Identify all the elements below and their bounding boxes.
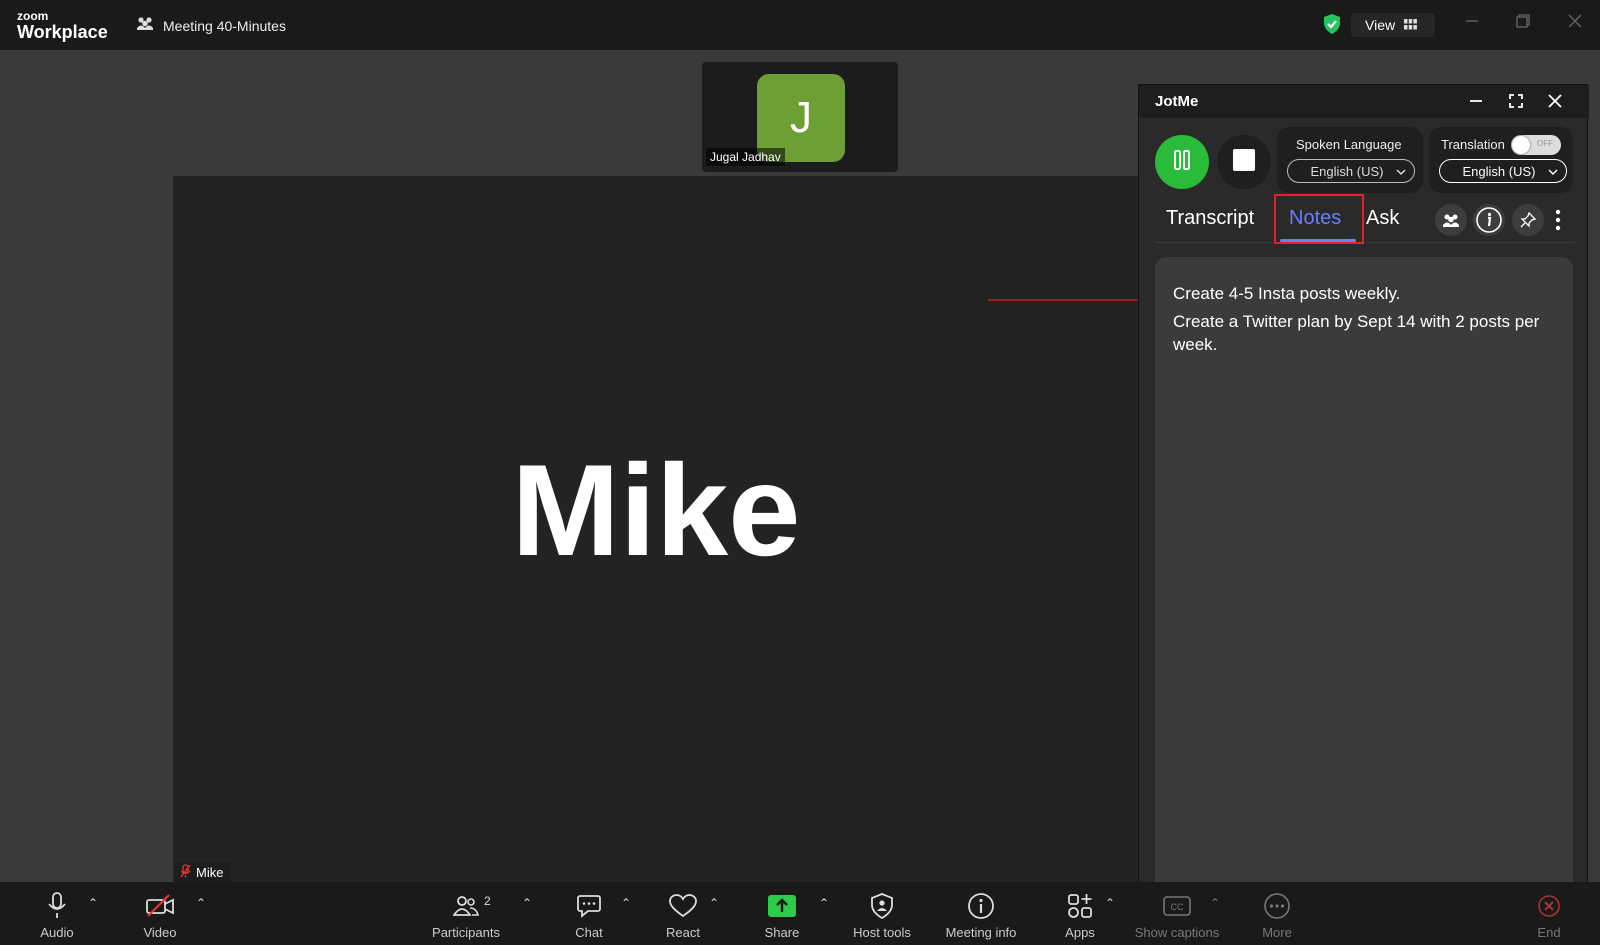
captions-options-chevron-icon[interactable]: ⌃: [1210, 896, 1220, 910]
participants-count: 2: [484, 894, 491, 908]
stop-recording-button[interactable]: [1217, 135, 1271, 189]
jotme-tabs: Transcript Notes Ask: [1155, 194, 1575, 244]
logo-bottom-text: Workplace: [17, 22, 108, 42]
heart-icon: [669, 892, 697, 920]
spoken-language-value: English (US): [1310, 163, 1384, 179]
translation-language-select[interactable]: English (US): [1439, 159, 1567, 183]
security-shield-icon[interactable]: [1322, 13, 1342, 40]
more-options-icon[interactable]: [1555, 208, 1561, 237]
more-dots-icon: [1263, 892, 1291, 920]
show-captions-label: Show captions: [1134, 925, 1220, 940]
minimize-panel-icon[interactable]: [1465, 90, 1487, 112]
react-label: React: [666, 925, 700, 940]
chat-options-chevron-icon[interactable]: ⌃: [621, 896, 631, 910]
restore-window-icon[interactable]: [1516, 12, 1530, 33]
chevron-down-icon: [1396, 164, 1406, 179]
spoken-language-select[interactable]: English (US): [1287, 159, 1415, 183]
participants-toolbar-icon: [453, 892, 479, 920]
meeting-info-label: Meeting info: [945, 925, 1017, 940]
translation-toggle[interactable]: OFF: [1511, 135, 1561, 155]
translation-label: Translation: [1441, 137, 1505, 152]
jotme-panel: JotMe Spoken Language English (US) Trans…: [1138, 84, 1589, 932]
spoken-language-box: Spoken Language English (US): [1277, 127, 1423, 193]
react-options-chevron-icon[interactable]: ⌃: [709, 896, 719, 910]
host-tools-button[interactable]: Host tools: [837, 892, 927, 940]
grid-icon: [1404, 17, 1417, 33]
video-button[interactable]: Video: [115, 892, 205, 940]
info-icon[interactable]: [1473, 204, 1505, 236]
jotme-header: JotMe: [1139, 85, 1589, 118]
microphone-icon: [47, 892, 67, 920]
translation-language-value: English (US): [1462, 163, 1536, 179]
end-x-icon: [1537, 892, 1561, 920]
title-bar: zoom Workplace Meeting 40-Minutes View: [0, 0, 1600, 50]
speaker-name-label: Mike: [175, 862, 232, 882]
meeting-info-button[interactable]: Meeting info: [936, 892, 1026, 940]
video-off-icon: [145, 892, 175, 920]
end-meeting-button[interactable]: End: [1519, 892, 1579, 940]
info-circle-icon: [967, 892, 995, 920]
host-shield-icon: [870, 892, 894, 920]
participants-label: Participants: [432, 925, 500, 940]
apps-icon: [1067, 892, 1093, 920]
video-options-chevron-icon[interactable]: ⌃: [196, 896, 206, 910]
view-label: View: [1365, 17, 1396, 33]
share-options-chevron-icon[interactable]: ⌃: [819, 896, 829, 910]
jotme-title: JotMe: [1155, 93, 1199, 110]
stop-icon: [1233, 148, 1255, 176]
svg-text:CC: CC: [1171, 902, 1184, 912]
share-screen-icon: [768, 892, 796, 920]
view-button[interactable]: View: [1351, 13, 1435, 37]
audio-label: Audio: [40, 925, 74, 940]
host-tools-label: Host tools: [853, 925, 911, 940]
pause-icon: [1173, 149, 1191, 175]
speaker-label-text: Mike: [196, 864, 224, 880]
group-icon[interactable]: [1435, 204, 1467, 236]
share-label: Share: [764, 925, 800, 940]
participants-icon: [136, 16, 154, 35]
share-button[interactable]: Share: [737, 892, 827, 940]
closed-captions-icon: CC: [1163, 892, 1191, 920]
tab-ask[interactable]: Ask: [1366, 207, 1399, 230]
expand-panel-icon[interactable]: [1505, 90, 1527, 112]
close-window-icon[interactable]: [1568, 12, 1582, 33]
chevron-down-icon: [1548, 164, 1558, 179]
chat-icon: [576, 892, 602, 920]
annotation-highlight-box: [1274, 194, 1364, 244]
toggle-state-text: OFF: [1537, 139, 1553, 148]
meeting-title-area[interactable]: Meeting 40-Minutes: [136, 16, 286, 35]
end-label: End: [1537, 925, 1561, 940]
logo-top-text: zoom: [17, 9, 49, 23]
spoken-language-label: Spoken Language: [1296, 137, 1402, 152]
more-label: More: [1262, 925, 1292, 940]
note-item: Create a Twitter plan by Sept 14 with 2 …: [1173, 312, 1540, 354]
chat-label: Chat: [575, 925, 603, 940]
participant-thumbnail[interactable]: J Jugal Jadhav: [702, 62, 898, 172]
zoom-workplace-logo: zoom Workplace: [17, 10, 108, 41]
meeting-toolbar: Audio ⌃ Video ⌃ Participants 2 ⌃ Chat ⌃ …: [0, 882, 1600, 945]
speaker-name-display: Mike: [511, 437, 801, 583]
apps-label: Apps: [1065, 925, 1095, 940]
participants-options-chevron-icon[interactable]: ⌃: [522, 896, 532, 910]
audio-options-chevron-icon[interactable]: ⌃: [88, 896, 98, 910]
thumbnail-name: Jugal Jadhav: [706, 148, 785, 166]
video-label: Video: [143, 925, 177, 940]
close-panel-icon[interactable]: [1544, 90, 1566, 112]
apps-options-chevron-icon[interactable]: ⌃: [1105, 896, 1115, 910]
pause-recording-button[interactable]: [1155, 135, 1209, 189]
pin-icon[interactable]: [1512, 204, 1544, 236]
muted-mic-icon: [180, 863, 191, 881]
note-item: Create 4-5 Insta posts weekly.: [1173, 284, 1401, 303]
notes-area[interactable]: Create 4-5 Insta posts weekly. Create a …: [1155, 257, 1573, 897]
main-video-stage: Mike: [173, 176, 1139, 882]
toggle-knob: [1512, 136, 1530, 154]
avatar-initial: J: [790, 93, 812, 142]
participants-button[interactable]: Participants: [421, 892, 511, 940]
translation-box: Translation OFF English (US): [1429, 127, 1573, 193]
minimize-window-icon[interactable]: [1465, 12, 1479, 33]
more-button[interactable]: More: [1232, 892, 1322, 940]
tab-transcript[interactable]: Transcript: [1166, 207, 1254, 230]
meeting-title: Meeting 40-Minutes: [163, 17, 286, 34]
